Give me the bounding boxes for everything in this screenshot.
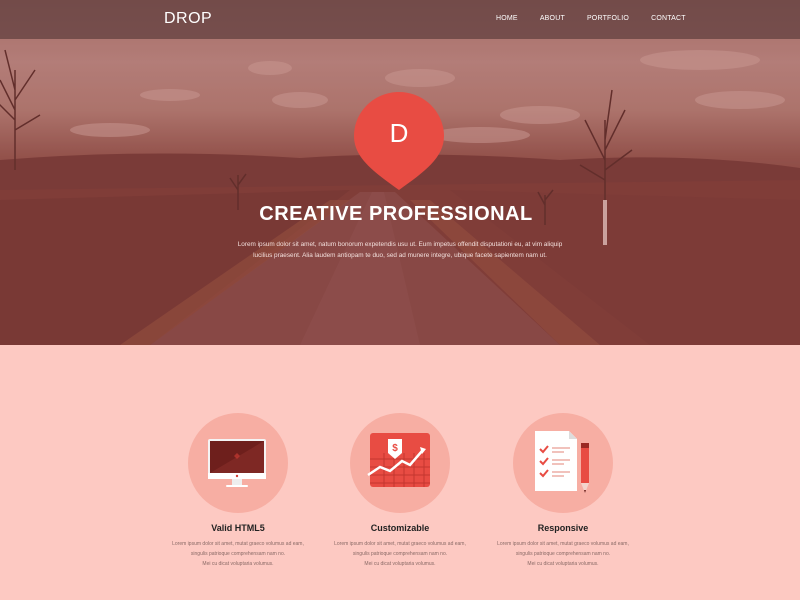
feature-text-line: Lorem ipsum dolor sit amet, mutat graeco… [334,541,466,547]
feature-circle: $ [350,413,450,513]
feature-valid-html5: Valid HTML5 Lorem ipsum dolor sit amet, … [148,413,328,569]
feature-title: Valid HTML5 [211,523,265,533]
feature-circle [188,413,288,513]
nav-link-about[interactable]: ABOUT [540,15,565,22]
feature-text-line: Mei cu dicat voluptaria volumus. [364,561,436,567]
pin-letter: D [389,118,409,148]
chart-icon: $ [367,433,430,487]
feature-title: Customizable [370,523,430,533]
feature-text-line: singulis patrioque comprehensam nam no. [352,551,448,557]
nav-menu: HOME ABOUT PORTFOLIO CONTACT [496,15,708,22]
hero-description: Lorem ipsum dolor sit amet, natum bonoru… [237,241,563,259]
navbar: DROP HOME ABOUT PORTFOLIO CONTACT [0,0,800,39]
svg-text:$: $ [392,443,398,454]
feature-responsive: Responsive Lorem ipsum dolor sit amet, m… [473,413,653,569]
feature-text-line: singulis patrioque comprehensam nam no. [190,551,286,557]
monitor-icon [208,439,266,487]
feature-text-line: Mei cu dicat voluptaria volumus. [527,561,599,567]
feature-text-line: Mei cu dicat voluptaria volumus. [202,561,274,567]
feature-text-line: singulis patrioque comprehensam nam no. [515,551,611,557]
feature-description: Lorem ipsum dolor sit amet, mutat graeco… [310,539,490,569]
checklist-icon [535,431,589,493]
nav-link-contact[interactable]: CONTACT [651,15,686,22]
feature-description: Lorem ipsum dolor sit amet, mutat graeco… [473,539,653,569]
features-section: Valid HTML5 Lorem ipsum dolor sit amet, … [0,345,800,600]
feature-description: Lorem ipsum dolor sit amet, mutat graeco… [148,539,328,569]
nav-link-home[interactable]: HOME [496,15,518,22]
nav-link-portfolio[interactable]: PORTFOLIO [587,15,629,22]
feature-text-line: Lorem ipsum dolor sit amet, mutat graeco… [497,541,629,547]
hero-title: CREATIVE PROFESSIONAL [259,203,533,225]
feature-text-line: Lorem ipsum dolor sit amet, mutat graeco… [172,541,304,547]
feature-circle [513,413,613,513]
hero-section: DROP HOME ABOUT PORTFOLIO CONTACT D CREA… [0,0,800,345]
brand-logo[interactable]: DROP [164,10,212,28]
feature-customizable: $ Customizable Lorem ipsum dolor sit ame… [310,413,490,569]
feature-title: Responsive [537,523,589,533]
